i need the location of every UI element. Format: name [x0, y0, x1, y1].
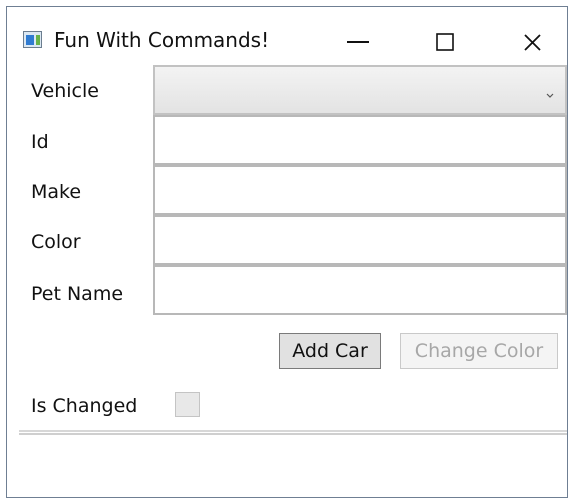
vehicle-combobox[interactable]	[153, 65, 567, 115]
is-changed-checkbox[interactable]	[175, 392, 200, 417]
close-icon	[523, 33, 542, 52]
id-label: Id	[31, 131, 49, 153]
vehicle-label: Vehicle	[31, 80, 99, 102]
id-field[interactable]	[153, 115, 567, 165]
make-field[interactable]	[153, 165, 567, 215]
pet-name-label: Pet Name	[31, 283, 124, 305]
is-changed-label: Is Changed	[31, 395, 138, 417]
chevron-down-icon	[546, 85, 554, 98]
color-field[interactable]	[153, 215, 567, 265]
minimize-button[interactable]	[338, 27, 378, 57]
minimize-icon	[347, 40, 369, 44]
color-label: Color	[31, 231, 81, 253]
maximize-icon	[436, 33, 454, 51]
title-bar[interactable]: Fun With Commands!	[7, 7, 567, 67]
change-color-button[interactable]: Change Color	[400, 333, 558, 369]
pet-name-field[interactable]	[153, 265, 567, 315]
close-button[interactable]	[512, 27, 552, 57]
app-window-icon	[23, 31, 42, 48]
window-title: Fun With Commands!	[54, 28, 270, 52]
add-car-button[interactable]: Add Car	[279, 333, 381, 369]
horizontal-separator	[19, 430, 567, 435]
maximize-button[interactable]	[425, 27, 465, 57]
make-label: Make	[31, 181, 82, 203]
app-window: Fun With Commands! Vehicle Id Make Color…	[6, 6, 568, 498]
